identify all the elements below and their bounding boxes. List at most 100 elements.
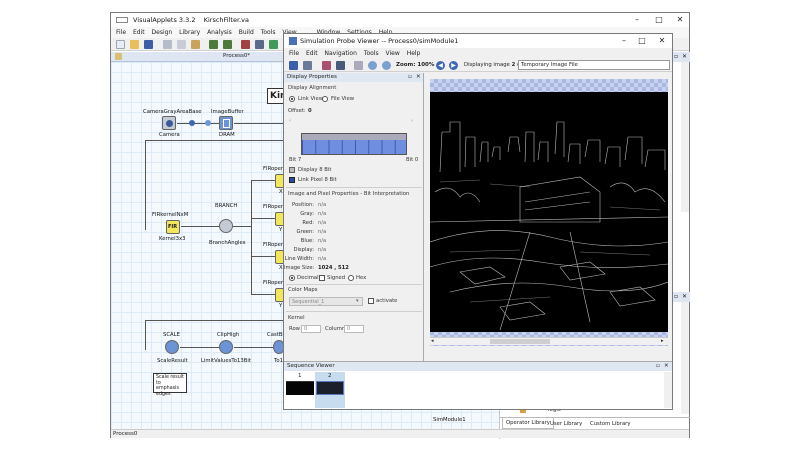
simulate-icon[interactable] xyxy=(269,40,278,49)
probe-menu-edit[interactable]: Edit xyxy=(306,48,318,59)
cut-icon[interactable] xyxy=(163,40,172,49)
image-file-field[interactable]: Temporary Image File xyxy=(518,60,670,70)
pointer-tool-icon[interactable] xyxy=(115,53,122,60)
dock-2-close-icon[interactable]: ✕ xyxy=(682,293,687,300)
redo-icon[interactable] xyxy=(223,40,232,49)
tab-operator-library[interactable]: Operator Library xyxy=(502,418,554,429)
kernel-column-spinner[interactable]: 0 xyxy=(344,325,364,333)
scale-node[interactable] xyxy=(165,340,179,354)
cliphigh-node[interactable] xyxy=(219,340,233,354)
probe-menu-file[interactable]: File xyxy=(289,48,299,59)
wire-branch-fan-h xyxy=(233,226,252,227)
wire-buffer-out xyxy=(234,123,284,124)
probe-image-icon[interactable] xyxy=(303,61,312,70)
probe-minimize-icon[interactable]: – xyxy=(618,36,630,46)
probe-palette-icon[interactable] xyxy=(322,61,331,70)
camera-node[interactable] xyxy=(162,116,176,130)
save-icon[interactable] xyxy=(144,40,153,49)
alignment-header: Display Alignment xyxy=(288,85,337,91)
image-viewport[interactable]: ◂ ▸ xyxy=(430,79,668,346)
offset-slider[interactable]: ‹ › xyxy=(289,118,417,126)
open-folder-icon[interactable] xyxy=(130,40,139,49)
copy-icon[interactable] xyxy=(177,40,186,49)
kernel-row-spinner[interactable]: 0 xyxy=(301,325,321,333)
zoom-out-icon[interactable] xyxy=(382,61,391,70)
probe-save-icon[interactable] xyxy=(289,61,298,70)
dock-2-maximize-icon[interactable]: ▫ xyxy=(674,293,678,300)
pane-float-icon[interactable]: ▫ xyxy=(408,73,412,82)
close-icon[interactable]: ✕ xyxy=(674,15,686,25)
cast-name-label: To1 xyxy=(274,358,283,364)
sequence-close-icon[interactable]: ✕ xyxy=(664,362,669,371)
pane-close-icon[interactable]: ✕ xyxy=(416,73,421,82)
probe-viewer-window: Simulation Probe Viewer -- Process0/simM… xyxy=(283,33,673,410)
menu-analysis[interactable]: Analysis xyxy=(207,27,232,38)
slider-left-arrow-icon[interactable]: ‹ xyxy=(289,118,291,124)
menu-tools[interactable]: Tools xyxy=(261,27,276,38)
menu-design[interactable]: Design xyxy=(152,27,173,38)
probe-grid-icon[interactable] xyxy=(336,61,345,70)
link-view-radio[interactable] xyxy=(289,96,295,102)
slider-right-arrow-icon[interactable]: › xyxy=(411,118,413,124)
menu-edit[interactable]: Edit xyxy=(133,27,145,38)
branch-node[interactable] xyxy=(219,219,233,233)
firkernel-node[interactable]: FIR xyxy=(166,220,180,234)
bit-right-label: Bit 0 xyxy=(406,157,419,163)
branch-type-label: BRANCH xyxy=(215,203,238,209)
menu-build[interactable]: Build xyxy=(239,27,254,38)
signed-checkbox[interactable] xyxy=(319,275,325,281)
sequence-viewer-header: Sequence Viewer ▫ ✕ xyxy=(284,362,672,371)
decimal-radio[interactable] xyxy=(289,275,295,281)
activate-checkbox[interactable] xyxy=(368,298,374,304)
dock-scrollbar-1[interactable] xyxy=(681,62,689,212)
dock-scrollbar-2[interactable] xyxy=(681,302,689,414)
process-tab-title[interactable]: Process0* xyxy=(223,53,250,59)
zoom-in-icon[interactable] xyxy=(368,61,377,70)
probe-fit-icon[interactable] xyxy=(354,61,363,70)
imagebuffer-node[interactable] xyxy=(219,116,233,130)
wire-bottom-in-v xyxy=(145,320,146,350)
paste-icon[interactable] xyxy=(191,40,200,49)
dock-1-close-icon[interactable]: ✕ xyxy=(682,53,687,60)
row-display-label: Display: xyxy=(293,247,315,253)
tab-custom-library[interactable]: Custom Library xyxy=(590,419,631,429)
probe-menu-view[interactable]: View xyxy=(386,48,400,59)
minimize-icon[interactable]: – xyxy=(631,15,643,25)
build-icon[interactable] xyxy=(241,40,250,49)
undo-icon[interactable] xyxy=(209,40,218,49)
scroll-thumb[interactable] xyxy=(490,339,550,344)
probe-menu-navigation[interactable]: Navigation xyxy=(325,48,357,59)
sequence-scrollbar[interactable] xyxy=(664,372,672,408)
menu-file[interactable]: File xyxy=(116,27,126,38)
file-view-radio[interactable] xyxy=(322,96,328,102)
drc-icon[interactable] xyxy=(255,40,264,49)
wire-fan-2 xyxy=(251,218,275,219)
sequence-frame-1[interactable]: 1 xyxy=(285,372,315,408)
firoper-4-label: FIRoper xyxy=(263,280,284,286)
frame-2-thumbnail xyxy=(316,381,344,395)
maximize-icon[interactable]: □ xyxy=(653,15,665,25)
color-map-select[interactable]: Sequential_1 ▾ xyxy=(289,297,363,306)
display-properties-header: Display Properties ▫ ✕ xyxy=(284,73,423,82)
previous-image-icon[interactable]: ◀ xyxy=(436,61,445,70)
tab-user-library[interactable]: User Library xyxy=(550,419,582,429)
next-image-icon[interactable]: ▶ xyxy=(449,61,458,70)
menu-library[interactable]: Library xyxy=(179,27,200,38)
comment-box[interactable]: Scale result to emphasis edges xyxy=(153,373,187,397)
camera-icon xyxy=(166,120,173,127)
probe-menu-tools[interactable]: Tools xyxy=(364,48,379,59)
new-file-icon[interactable] xyxy=(116,40,125,49)
probe-close-icon[interactable]: ✕ xyxy=(656,36,668,46)
probe-toolbar: Zoom: 100% ◀ ▶ Displaying image 2 of 2 T… xyxy=(284,59,672,72)
horizontal-scrollbar[interactable]: ◂ ▸ xyxy=(430,337,668,345)
row-green-value: n/a xyxy=(318,229,327,235)
dock-1-maximize-icon[interactable]: ▫ xyxy=(674,53,678,60)
probe-menu-help[interactable]: Help xyxy=(407,48,421,59)
scroll-left-arrow-icon[interactable]: ◂ xyxy=(431,338,434,344)
sequence-frame-2[interactable]: 2 xyxy=(315,372,345,408)
wire-branch-fan-v xyxy=(251,180,252,295)
sequence-float-icon[interactable]: ▫ xyxy=(656,362,660,371)
hex-radio[interactable] xyxy=(348,275,354,281)
probe-maximize-icon[interactable]: □ xyxy=(636,36,648,46)
scroll-right-arrow-icon[interactable]: ▸ xyxy=(661,338,664,344)
